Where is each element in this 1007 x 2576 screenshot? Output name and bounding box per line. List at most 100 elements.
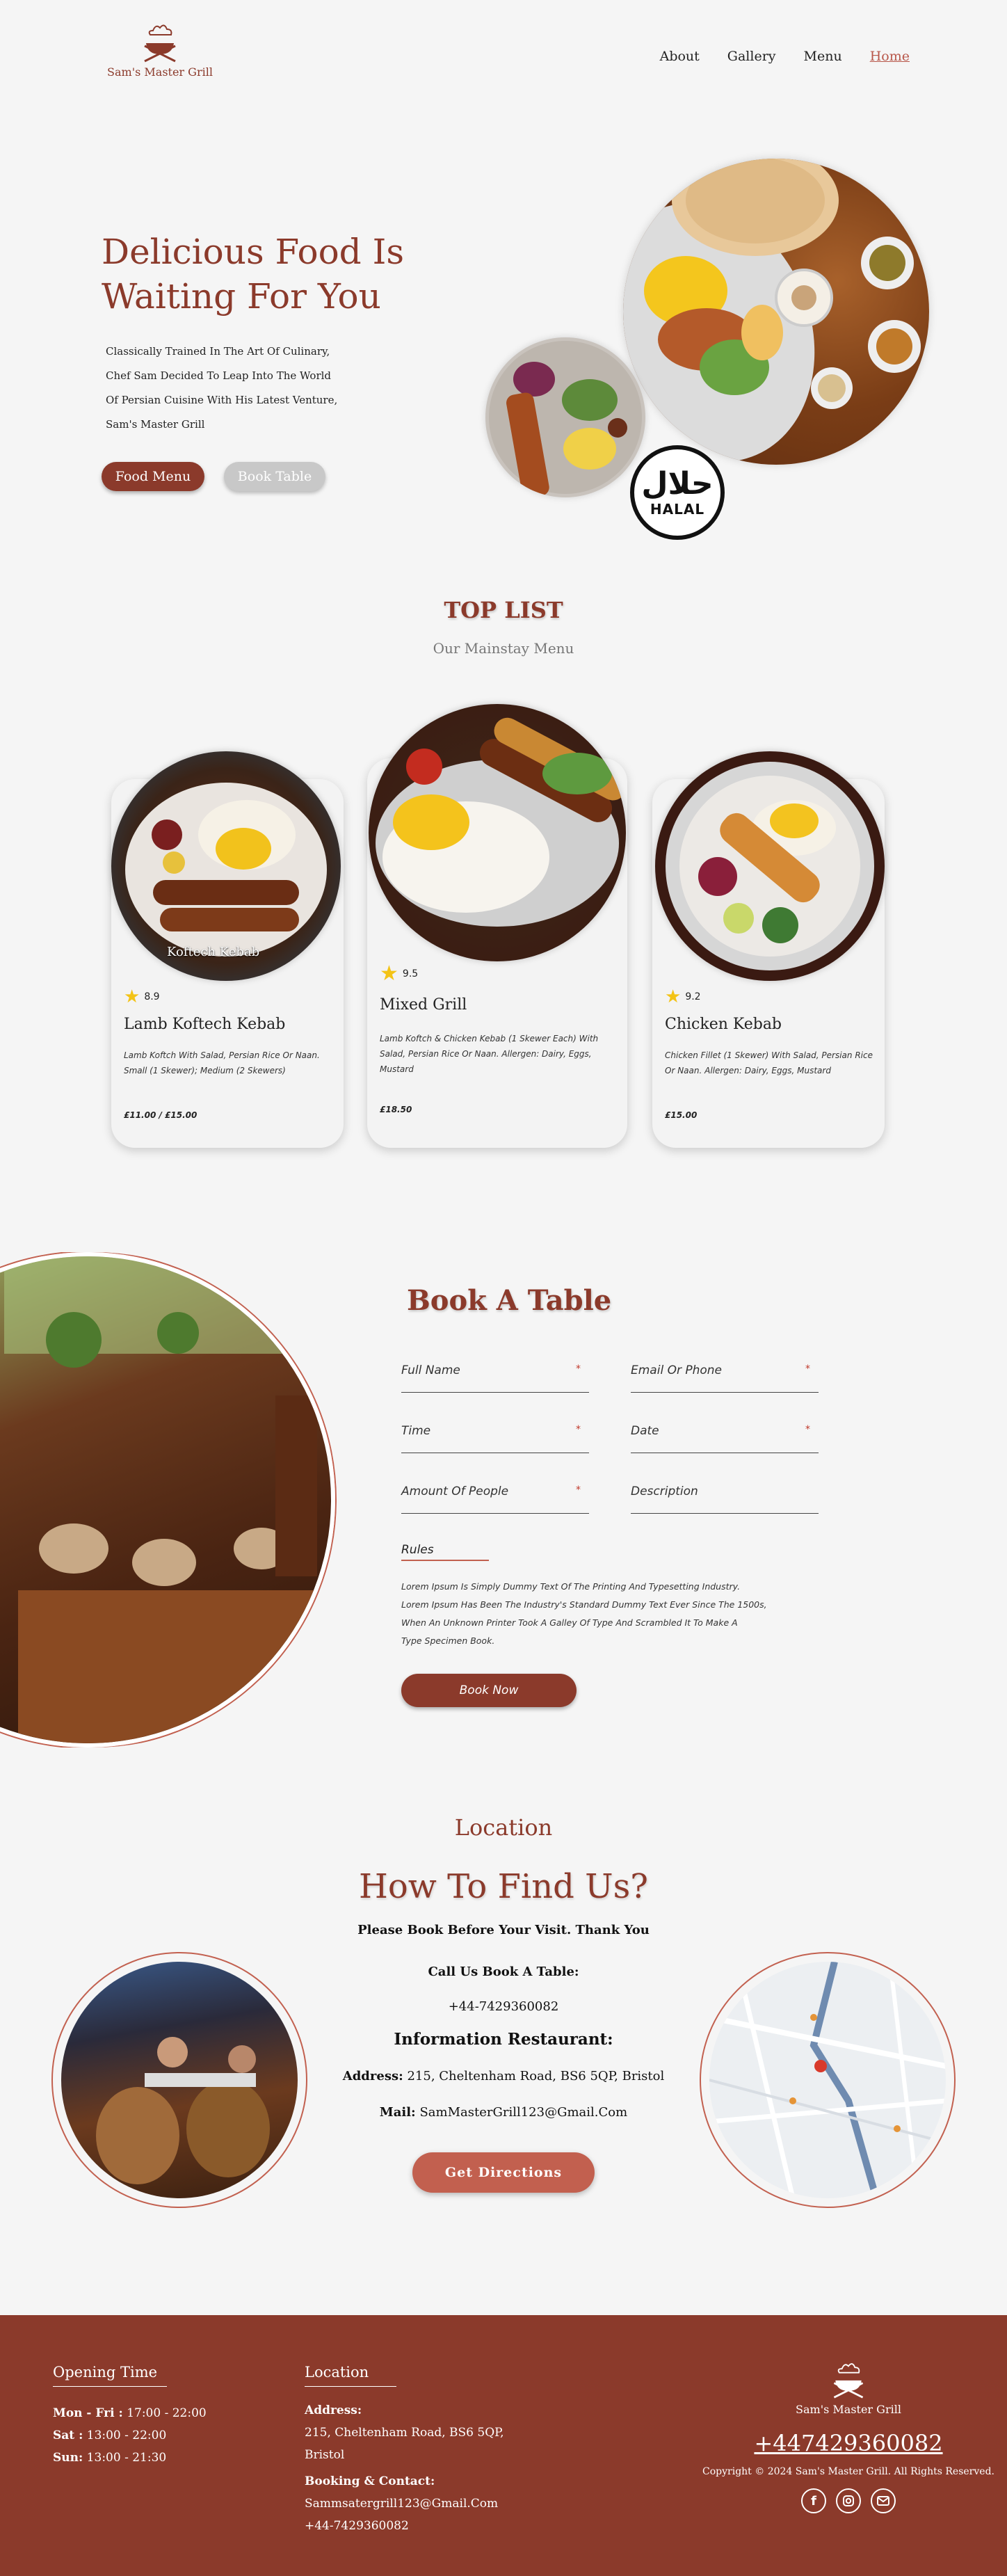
card-price: £18.50	[380, 1105, 412, 1114]
star-icon: ★	[380, 961, 398, 986]
please-book-text: Please Book Before Your Visit. Thank You	[357, 1923, 650, 1937]
food-menu-button[interactable]: Food Menu	[102, 462, 204, 491]
get-directions-button[interactable]: Get Directions	[412, 2152, 595, 2193]
find-us-title: How To Find Us?	[359, 1867, 648, 1906]
card-rating: ★ 9.5	[380, 961, 418, 986]
footer-brand: Sam's Master Grill +447429360082 Copyrig…	[695, 2360, 1001, 2513]
halal-arabic: حلال	[641, 466, 714, 502]
rules-line: Type Specimen Book.	[401, 1635, 495, 1646]
location-label: Location	[454, 1814, 553, 1841]
top-list-subtitle: Our Mainstay Menu	[433, 640, 574, 657]
lamb-koftech-image: Koftech Kebab	[111, 751, 341, 981]
book-now-button[interactable]: Book Now	[401, 1674, 577, 1707]
copyright-text: Copyright © 2024 Sam's Master Grill. All…	[702, 2466, 994, 2477]
footer-logo-text: Sam's Master Grill	[796, 2403, 901, 2416]
location-column: Location Address: 215, Cheltenham Road, …	[305, 2364, 555, 2537]
mixed-grill-image	[369, 704, 626, 961]
book-table-button[interactable]: Book Table	[224, 462, 325, 491]
field-label: Description	[631, 1485, 698, 1498]
nav-menu[interactable]: Menu	[804, 49, 842, 64]
desc-line: Mustard	[380, 1064, 414, 1074]
field-label: Amount Of People	[401, 1485, 509, 1498]
field-label: Full Name	[401, 1363, 460, 1377]
halal-text: HALAL	[650, 501, 705, 518]
instagram-icon[interactable]	[836, 2488, 861, 2513]
card-name: Lamb Koftech Kebab	[124, 1016, 286, 1033]
hero-description: Classically Trained In The Art Of Culina…	[106, 339, 370, 437]
field-label: Time	[401, 1424, 431, 1438]
required-mark: *	[576, 1424, 581, 1435]
address-value: 215, Cheltenham Road, BS6 5QP, Bristol	[407, 2069, 665, 2083]
nav-about[interactable]: About	[660, 49, 700, 64]
rules-line: Lorem Ipsum Has Been The Industry's Stan…	[401, 1599, 767, 1610]
card-description: Lamb Koftch & Chicken Kebab (1 Skewer Ea…	[380, 1031, 598, 1077]
full-name-field[interactable]: Full Name *	[401, 1363, 589, 1393]
main-nav: About Gallery Menu Home	[660, 49, 910, 64]
people-field[interactable]: Amount Of People *	[401, 1485, 589, 1514]
description-field[interactable]: Description	[631, 1485, 819, 1514]
halal-badge: حلال HALAL	[630, 445, 725, 540]
address-label: Address:	[342, 2069, 403, 2083]
star-icon: ★	[124, 986, 140, 1007]
card-name: Chicken Kebab	[665, 1016, 782, 1033]
required-mark: *	[805, 1424, 810, 1435]
chef-logo-icon	[144, 24, 176, 63]
footer-address-label: Address:	[305, 2403, 362, 2417]
email-icon[interactable]	[871, 2488, 896, 2513]
nav-gallery[interactable]: Gallery	[727, 49, 776, 64]
hours-time: 13:00 - 21:30	[83, 2451, 167, 2465]
opening-time-column: Opening Time Mon - Fri : 17:00 - 22:00 S…	[53, 2364, 248, 2469]
hours-time: 13:00 - 22:00	[83, 2429, 167, 2442]
desc-line: Small (1 Skewer); Medium (2 Skewers)	[124, 1066, 286, 1075]
star-icon: ★	[665, 986, 682, 1007]
opening-time-title: Opening Time	[53, 2364, 167, 2387]
footer-big-phone[interactable]: +447429360082	[695, 2430, 1001, 2456]
hours-days: Sun:	[53, 2451, 83, 2465]
hero-desc-line: Of Persian Cuisine With His Latest Ventu…	[106, 394, 338, 406]
chicken-kebab-image	[655, 751, 885, 981]
footer-email[interactable]: Sammsatergrill123@Gmail.Com	[305, 2493, 555, 2515]
card-description: Lamb Koftch With Salad, Persian Rice Or …	[124, 1048, 320, 1078]
required-mark: *	[576, 1485, 581, 1496]
email-phone-field[interactable]: Email Or Phone *	[631, 1363, 819, 1393]
rating-value: 9.2	[685, 991, 701, 1002]
field-label: Email Or Phone	[631, 1363, 723, 1377]
logo-text: Sam's Master Grill	[107, 65, 213, 79]
social-icons: f	[695, 2488, 1001, 2513]
image-caption: Koftech Kebab	[167, 945, 260, 959]
desc-line: Or Naan. Allergen: Dairy, Eggs, Mustard	[665, 1066, 831, 1075]
hero-desc-line: Classically Trained In The Art Of Culina…	[106, 345, 330, 358]
dining-photo	[51, 1952, 307, 2208]
mail-value[interactable]: SamMasterGrill123@Gmail.Com	[419, 2105, 627, 2120]
book-table-title: Book A Table	[407, 1284, 612, 1317]
footer-location-title: Location	[305, 2364, 396, 2387]
card-rating: ★ 9.2	[665, 986, 701, 1007]
facebook-icon[interactable]: f	[801, 2488, 826, 2513]
restaurant-interior-image	[0, 1252, 342, 1747]
map-pin-icon	[814, 2060, 827, 2072]
footer-booking-label: Booking & Contact:	[305, 2474, 435, 2488]
required-mark: *	[576, 1363, 581, 1375]
time-field[interactable]: Time *	[401, 1424, 589, 1453]
chef-logo-icon	[833, 2363, 864, 2399]
hero-kebab-image	[485, 337, 645, 497]
rules-label: Rules	[401, 1543, 489, 1561]
rating-value: 8.9	[144, 991, 160, 1002]
footer-phone[interactable]: +44-7429360082	[305, 2515, 555, 2537]
card-rating: ★ 8.9	[124, 986, 160, 1007]
card-name: Mixed Grill	[380, 996, 467, 1014]
hero-desc-line: Sam's Master Grill	[106, 418, 205, 431]
card-price: £15.00	[665, 1110, 698, 1120]
hours-row: Mon - Fri : 17:00 - 22:00	[53, 2402, 248, 2424]
location-map[interactable]	[700, 1952, 956, 2208]
required-mark: *	[805, 1363, 810, 1375]
hero-desc-line: Chef Sam Decided To Leap Into The World	[106, 369, 332, 382]
desc-line: Lamb Koftch With Salad, Persian Rice Or …	[124, 1050, 320, 1060]
rating-value: 9.5	[402, 968, 419, 979]
nav-home[interactable]: Home	[870, 49, 910, 64]
hours-days: Mon - Fri :	[53, 2406, 123, 2420]
site-logo[interactable]: Sam's Master Grill	[104, 21, 216, 79]
hero-title-line1: Delicious Food Is	[102, 232, 404, 272]
hours-row: Sat : 13:00 - 22:00	[53, 2424, 248, 2447]
date-field[interactable]: Date *	[631, 1424, 819, 1453]
